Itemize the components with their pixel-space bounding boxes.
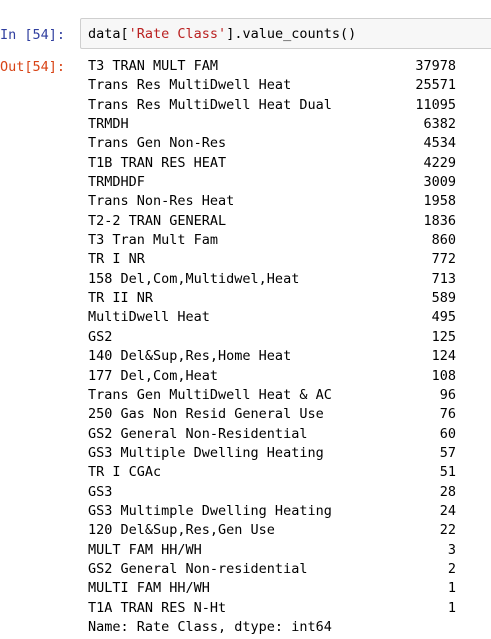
rate-class-label: Trans Gen MultiDwell Heat & AC [88,386,332,403]
rate-class-count: 51 [439,464,456,481]
rate-class-count: 37978 [415,58,456,74]
value-count-row: TR II NR 589 [88,289,468,308]
value-count-row: Trans Res MultiDwell Heat 25571 [88,76,468,95]
rate-class-count: 2 [447,560,456,577]
value-count-row: T1B TRAN RES HEAT 4229 [88,154,468,173]
rate-class-label: T3 Tran Mult Fam [88,232,219,249]
rate-class-count: 57 [439,444,456,461]
rate-class-label: MULTI FAM HH/WH [88,580,210,597]
code-suffix: ].value_counts() [226,26,357,42]
rate-class-count: 4534 [423,135,456,152]
rate-class-count: 860 [431,232,456,249]
rate-class-label: Trans Res MultiDwell Heat Dual [88,96,332,113]
rate-class-label: TR I CGAc [88,464,162,481]
value-count-row: Trans Res MultiDwell Heat Dual 11095 [88,96,468,115]
rate-class-label: GS3 [88,483,113,500]
value-count-row: T2-2 TRAN GENERAL 1836 [88,212,468,231]
rate-class-label: Trans Non-Res Heat [88,193,235,210]
rate-class-count: 3 [447,541,456,558]
rate-class-label: GS2 [88,328,113,345]
rate-class-label: GS2 General Non-Residential [88,425,308,442]
rate-class-count: 495 [431,309,456,326]
value-count-row: Trans Gen MultiDwell Heat & AC 96 [88,386,468,405]
rate-class-count: 4229 [423,154,456,171]
rate-class-count: 6382 [423,116,456,133]
rate-class-label: TRMDHDF [88,174,145,191]
rate-class-count: 1958 [423,193,456,210]
rate-class-count: 108 [431,367,456,384]
value-count-row: T3 Tran Mult Fam 860 [88,231,468,250]
rate-class-count: 772 [431,251,456,268]
rate-class-label: MULT FAM HH/WH [88,541,202,558]
value-count-row: GS2 General Non-residential 2 [88,560,468,579]
rate-class-label: TR II NR [88,290,154,307]
rate-class-count: 24 [439,502,456,519]
value-count-row: T3 TRAN MULT FAM 37978 [88,57,468,76]
rate-class-label: TR I NR [88,251,145,268]
rate-class-label: GS3 Multiple Dwelling Heating [88,444,324,461]
rate-class-count: 60 [439,425,456,442]
rate-class-label: 140 Del&Sup,Res,Home Heat [88,348,292,365]
value-count-row: TRMDH 6382 [88,115,468,134]
value-count-row: GS3 Multiple Dwelling Heating 57 [88,444,468,463]
rate-class-count: 22 [439,522,456,539]
rate-class-label: T3 TRAN MULT FAM [88,58,219,74]
rate-class-label: T1B TRAN RES HEAT [88,154,227,171]
value-count-row: MultiDwell Heat 495 [88,308,468,327]
rate-class-label: T2-2 TRAN GENERAL [88,212,227,229]
value-count-row: 177 Del,Com,Heat 108 [88,367,468,386]
rate-class-count: 1 [447,599,456,616]
input-cell[interactable]: In [54]: data['Rate Class'].value_counts… [0,18,491,50]
rate-class-count: 25571 [415,77,456,94]
rate-class-label: GS3 Multimple Dwelling Heating [88,502,332,519]
output-area: T3 TRAN MULT FAM 37978 Trans Res MultiDwel… [88,57,468,637]
rate-class-count: 76 [439,406,456,423]
value-count-row: 140 Del&Sup,Res,Home Heat 124 [88,347,468,366]
rate-class-count: 589 [431,290,456,307]
rate-class-count: 1836 [423,212,456,229]
value-count-row: GS3 Multimple Dwelling Heating 24 [88,502,468,521]
value-count-row: 158 Del,Com,Multidwel,Heat 713 [88,270,468,289]
value-counts-list: T3 TRAN MULT FAM 37978 Trans Res MultiDwel… [88,57,468,618]
value-count-row: 250 Gas Non Resid General Use 76 [88,405,468,424]
rate-class-count: 1 [447,580,456,597]
rate-class-label: 177 Del,Com,Heat [88,367,219,384]
input-prompt: In [54]: [0,27,66,43]
code-prefix: data[ [88,26,129,42]
rate-class-count: 96 [439,386,456,403]
value-count-row: GS3 28 [88,483,468,502]
rate-class-count: 125 [431,328,456,345]
value-count-row: TR I CGAc 51 [88,463,468,482]
rate-class-count: 124 [431,348,456,365]
rate-class-count: 11095 [415,96,456,113]
value-count-row: MULT FAM HH/WH 3 [88,541,468,560]
code-input-area[interactable]: data['Rate Class'].value_counts() [80,18,491,49]
rate-class-label: T1A TRAN RES N-Ht [88,599,227,616]
value-count-row: TRMDHDF 3009 [88,173,468,192]
rate-class-label: 250 Gas Non Resid General Use [88,406,324,423]
code-line[interactable]: data['Rate Class'].value_counts() [88,25,356,43]
code-string: 'Rate Class' [128,26,227,42]
rate-class-label: TRMDH [88,116,129,133]
value-count-row: Trans Gen Non-Res 4534 [88,134,468,153]
value-count-row: T1A TRAN RES N-Ht 1 [88,599,468,618]
value-count-row: MULTI FAM HH/WH 1 [88,579,468,598]
rate-class-label: MultiDwell Heat [88,309,210,326]
value-count-row: GS2 General Non-Residential 60 [88,425,468,444]
series-footer: Name: Rate Class, dtype: int64 [88,618,332,635]
value-count-row: GS2 125 [88,328,468,347]
output-prompt: Out[54]: [0,59,66,75]
rate-class-label: 120 Del&Sup,Res,Gen Use [88,522,275,539]
value-count-row: Trans Non-Res Heat 1958 [88,192,468,211]
rate-class-count: 28 [439,483,456,500]
rate-class-label: Trans Res MultiDwell Heat [88,77,292,94]
rate-class-label: Trans Gen Non-Res [88,135,227,152]
rate-class-label: 158 Del,Com,Multidwel,Heat [88,270,300,287]
rate-class-count: 3009 [423,174,456,191]
rate-class-label: GS2 General Non-residential [88,560,308,577]
rate-class-count: 713 [431,270,456,287]
value-count-row: 120 Del&Sup,Res,Gen Use 22 [88,521,468,540]
value-count-row: TR I NR 772 [88,250,468,269]
